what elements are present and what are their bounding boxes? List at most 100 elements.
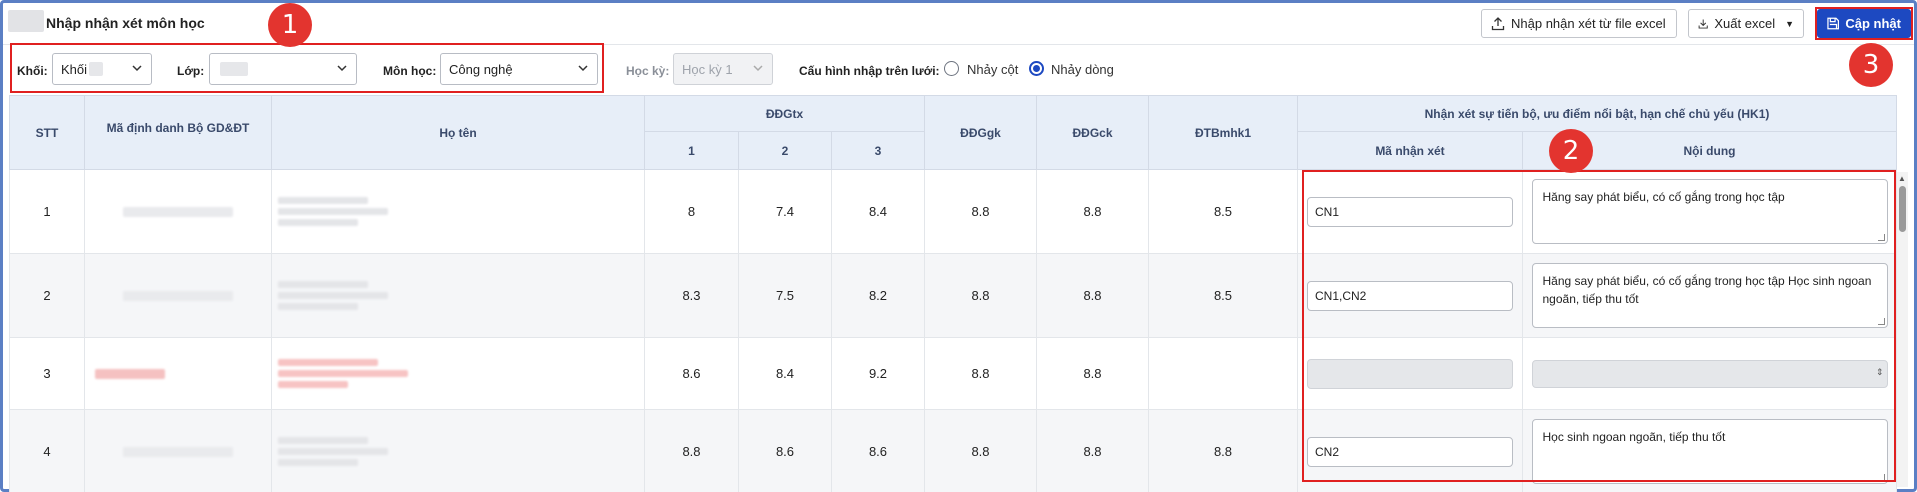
- ma-nhan-xet-input: [1307, 358, 1513, 389]
- radio-nhay-cot[interactable]: [944, 61, 959, 76]
- ma-nhan-xet-input[interactable]: CN1: [1307, 196, 1513, 227]
- chevron-down-icon: [753, 65, 763, 72]
- lop-select[interactable]: [209, 53, 357, 85]
- title-logo: [8, 10, 44, 32]
- cell-tb: [1148, 337, 1298, 410]
- cell-tx1[interactable]: 8.3: [644, 253, 739, 338]
- resize-handle-icon[interactable]: [1877, 474, 1885, 481]
- cell-tx3[interactable]: 9.2: [831, 337, 925, 410]
- cell-ma-dinh-danh: [84, 409, 272, 492]
- noi-dung-textarea: ⇕: [1531, 359, 1888, 388]
- cell-noi-dung: ⇕: [1522, 337, 1897, 410]
- table-row: 4 8.8 8.6 8.6 8.8 8.8 8.8 CN2 Học sinh n…: [9, 409, 1897, 492]
- update-button[interactable]: Cập nhật: [1817, 9, 1911, 38]
- vertical-scrollbar[interactable]: ▲: [1897, 172, 1908, 487]
- redacted-id: [123, 290, 233, 301]
- col-ma-dinh-danh: Mã định danh Bộ GD&ĐT: [84, 95, 272, 170]
- noi-dung-textarea[interactable]: Hăng say phát biểu, có cố gắng trong học…: [1531, 263, 1888, 328]
- cell-ho-ten: [271, 337, 645, 410]
- col-ddgtx-1: 1: [644, 131, 739, 170]
- spinner-icon: ⇕: [1875, 366, 1884, 377]
- cell-ma-nhan-xet: CN1: [1297, 169, 1523, 254]
- cell-tx3[interactable]: 8.4: [831, 169, 925, 254]
- monhoc-label: Môn học:: [383, 64, 437, 78]
- cell-ma-nhan-xet: [1297, 337, 1523, 410]
- cell-tx1[interactable]: 8.6: [644, 337, 739, 410]
- resize-handle-icon[interactable]: [1877, 234, 1885, 241]
- cell-tx2[interactable]: 8.6: [738, 409, 832, 492]
- hocky-select: Học kỳ 1: [673, 53, 773, 85]
- export-excel-button[interactable]: Xuất excel ▼: [1688, 9, 1804, 38]
- monhoc-select[interactable]: Công nghệ: [440, 53, 598, 85]
- col-ddgck: ĐĐGck: [1036, 95, 1149, 170]
- radio-nhay-dong[interactable]: [1029, 61, 1044, 76]
- cell-ck[interactable]: 8.8: [1036, 409, 1149, 492]
- cell-gk[interactable]: 8.8: [924, 409, 1037, 492]
- annotation-badge-2: 2: [1549, 129, 1593, 173]
- cell-stt: 3: [9, 337, 85, 410]
- redacted-name: [272, 437, 644, 466]
- import-excel-button[interactable]: Nhập nhận xét từ file excel: [1481, 9, 1677, 38]
- khoi-select[interactable]: Khối: [52, 53, 152, 85]
- table-row: 2 8.3 7.5 8.2 8.8 8.8 8.5 CN1,CN2 Hăng s…: [9, 253, 1897, 338]
- annotation-badge-1: 1: [268, 3, 312, 47]
- col-stt: STT: [9, 95, 85, 170]
- cell-ma-nhan-xet: CN1,CN2: [1297, 253, 1523, 338]
- cell-tb: 8.5: [1148, 253, 1298, 338]
- col-nhan-xet-group: Nhận xét sự tiến bộ, ưu điểm nổi bật, hạ…: [1297, 95, 1897, 132]
- cell-ck[interactable]: 8.8: [1036, 337, 1149, 410]
- khoi-label: Khối:: [17, 64, 48, 78]
- col-ma-nhan-xet: Mã nhận xét: [1297, 131, 1523, 170]
- cell-ho-ten: [271, 169, 645, 254]
- redacted-name: [272, 197, 644, 226]
- col-ho-ten: Họ tên: [271, 95, 645, 170]
- cell-tx1[interactable]: 8.8: [644, 409, 739, 492]
- cell-tx2[interactable]: 7.5: [738, 253, 832, 338]
- cell-tx1[interactable]: 8: [644, 169, 739, 254]
- cell-ho-ten: [271, 253, 645, 338]
- grades-table: STT Mã định danh Bộ GD&ĐT Họ tên ĐĐGtx Đ…: [9, 95, 1897, 492]
- cell-ma-dinh-danh: [84, 253, 272, 338]
- redacted-id: [123, 446, 233, 457]
- table-row: 1 8 7.4 8.4 8.8 8.8 8.5 CN1 Hăng say phá…: [9, 169, 1897, 254]
- caret-down-icon: ▼: [1785, 18, 1794, 29]
- ma-nhan-xet-input[interactable]: CN1,CN2: [1307, 280, 1513, 311]
- cell-tb: 8.5: [1148, 169, 1298, 254]
- hocky-value: Học kỳ 1: [682, 61, 733, 77]
- update-label: Cập nhật: [1845, 16, 1901, 31]
- monhoc-value: Công nghệ: [449, 61, 513, 77]
- cell-noi-dung: Hăng say phát biểu, có cố gắng trong học…: [1522, 169, 1897, 254]
- table-row: 3 8.6 8.4 9.2 8.8 8.8 ⇕: [9, 337, 1897, 410]
- cell-ck[interactable]: 8.8: [1036, 253, 1149, 338]
- export-excel-label: Xuất excel: [1714, 16, 1776, 31]
- cell-gk[interactable]: 8.8: [924, 337, 1037, 410]
- scroll-up-arrow-icon[interactable]: ▲: [1898, 174, 1906, 183]
- save-icon: [1827, 17, 1840, 30]
- redacted-name: [272, 359, 644, 388]
- chevron-down-icon: [337, 65, 347, 72]
- cell-tx2[interactable]: 7.4: [738, 169, 832, 254]
- redacted-id: [123, 206, 233, 217]
- col-ddgtx: ĐĐGtx: [644, 95, 925, 132]
- upload-icon: [1491, 16, 1505, 30]
- cell-gk[interactable]: 8.8: [924, 169, 1037, 254]
- cell-tx3[interactable]: 8.6: [831, 409, 925, 492]
- scrollbar-thumb[interactable]: [1899, 186, 1906, 232]
- redacted: [89, 62, 104, 76]
- noi-dung-textarea[interactable]: Hăng say phát biểu, có cố gắng trong học…: [1531, 179, 1888, 244]
- cell-tx2[interactable]: 8.4: [738, 337, 832, 410]
- cell-stt: 4: [9, 409, 85, 492]
- noi-dung-textarea[interactable]: Học sinh ngoan ngoãn, tiếp thu tốt: [1531, 419, 1888, 484]
- download-icon: [1698, 19, 1708, 29]
- cell-tb: 8.8: [1148, 409, 1298, 492]
- resize-handle-icon[interactable]: [1877, 318, 1885, 325]
- noi-dung-text: Hăng say phát biểu, có cố gắng trong học…: [1542, 190, 1785, 204]
- cell-gk[interactable]: 8.8: [924, 253, 1037, 338]
- annotation-badge-3: 3: [1849, 43, 1893, 87]
- ma-nhan-xet-input[interactable]: CN2: [1307, 436, 1513, 467]
- col-ddgtx-3: 3: [831, 131, 925, 170]
- redacted: [220, 62, 248, 76]
- cell-tx3[interactable]: 8.2: [831, 253, 925, 338]
- cell-ck[interactable]: 8.8: [1036, 169, 1149, 254]
- import-excel-label: Nhập nhận xét từ file excel: [1511, 16, 1666, 31]
